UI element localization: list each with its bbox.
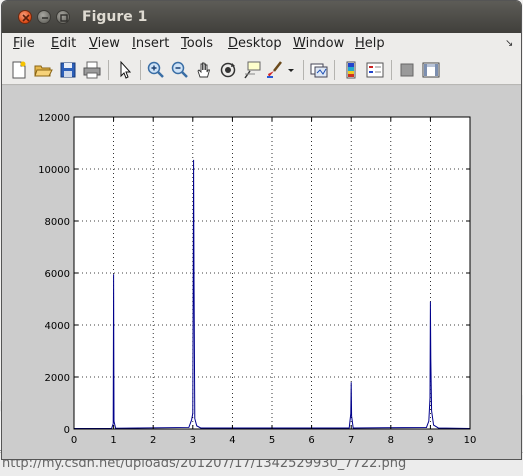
colorbar-icon xyxy=(346,61,356,79)
y-tick-labels: 0 2000 4000 6000 8000 10000 12000 xyxy=(38,113,70,436)
menu-mnemonic: V xyxy=(89,36,98,51)
pan-hand-icon xyxy=(197,62,211,78)
y-tick-label: 10000 xyxy=(38,165,70,176)
menu-label: elp xyxy=(364,36,385,51)
toolbar-separator xyxy=(303,60,304,80)
x-tick-label: 8 xyxy=(388,435,394,446)
window-title: Figure 1 xyxy=(82,9,148,25)
new-figure-button[interactable] xyxy=(9,60,29,80)
plot-axes[interactable]: 0 1 2 3 4 5 6 7 8 9 10 0 2000 4000 6000 8000 10000 12000 xyxy=(2,86,522,460)
zoom-out-icon xyxy=(171,61,188,78)
menu-mnemonic: H xyxy=(355,36,365,51)
maximize-button[interactable] xyxy=(56,10,70,24)
legend-button[interactable] xyxy=(365,60,385,80)
menu-label: ile xyxy=(19,36,35,51)
save-icon xyxy=(60,62,76,78)
minimize-icon xyxy=(42,17,48,19)
pan-button[interactable] xyxy=(194,60,214,80)
close-button[interactable] xyxy=(18,10,32,24)
figure-toolbar xyxy=(2,55,521,85)
menu-window[interactable]: Window xyxy=(293,36,344,51)
x-tick-label: 4 xyxy=(229,435,235,446)
x-tick-label: 3 xyxy=(190,435,196,446)
print-button[interactable] xyxy=(82,60,102,80)
save-button[interactable] xyxy=(58,60,78,80)
data-cursor-button[interactable] xyxy=(242,60,262,80)
menu-label: esktop xyxy=(238,36,282,51)
menu-bar: File Edit View Insert Tools Desktop Wind… xyxy=(2,33,521,55)
menu-mnemonic: E xyxy=(51,36,60,51)
menu-help[interactable]: Help xyxy=(355,36,385,51)
y-tick-label: 2000 xyxy=(45,373,70,384)
brush-dropdown-icon xyxy=(288,69,294,72)
zoom-out-button[interactable] xyxy=(170,60,190,80)
x-tick-label: 6 xyxy=(308,435,314,446)
link-plot-button[interactable] xyxy=(309,60,329,80)
brush-icon xyxy=(267,61,282,78)
y-tick-label: 8000 xyxy=(45,217,70,228)
maximize-icon xyxy=(60,14,68,22)
legend-icon xyxy=(366,62,384,78)
screen: 图 it t http://my.csdn.net/uploads/201207… xyxy=(0,0,523,476)
show-plot-tools-icon xyxy=(422,62,440,78)
hide-plot-tools-button[interactable] xyxy=(397,60,417,80)
edit-plot-arrow-icon xyxy=(120,60,132,79)
menu-mnemonic: D xyxy=(228,36,239,51)
x-tick-label: 9 xyxy=(427,435,433,446)
toolbar-separator xyxy=(140,60,141,80)
figure-window: Figure 1 File Edit View Insert Tools Des… xyxy=(1,0,522,460)
x-tick-label: 7 xyxy=(348,435,354,446)
y-tick-label: 12000 xyxy=(38,113,70,124)
menu-label: dit xyxy=(59,36,77,51)
open-file-button[interactable] xyxy=(33,60,53,80)
x-tick-labels: 0 1 2 3 4 5 6 7 8 9 10 xyxy=(71,435,477,446)
menu-label: ools xyxy=(186,36,214,51)
menu-label: indow xyxy=(305,36,345,51)
y-tick-label: 6000 xyxy=(45,269,70,280)
menu-label: iew xyxy=(97,36,120,51)
x-tick-label: 1 xyxy=(110,435,116,446)
y-tick-label: 4000 xyxy=(45,321,70,332)
title-bar[interactable]: Figure 1 xyxy=(2,1,521,33)
x-tick-label: 0 xyxy=(71,435,77,446)
show-plot-tools-button[interactable] xyxy=(421,60,441,80)
edit-plot-button[interactable] xyxy=(115,60,135,80)
toolbar-separator xyxy=(334,60,335,80)
menu-mnemonic: W xyxy=(293,36,306,51)
rotate-3d-button[interactable] xyxy=(218,60,238,80)
minimize-button[interactable] xyxy=(37,10,51,24)
menu-edit[interactable]: Edit xyxy=(51,36,76,51)
hide-plot-tools-icon xyxy=(400,63,414,77)
toolbar-separator xyxy=(108,60,109,80)
y-tick-label: 0 xyxy=(64,425,70,436)
brush-dropdown-button[interactable] xyxy=(286,60,296,80)
open-file-icon xyxy=(34,65,53,77)
colorbar-button[interactable] xyxy=(341,60,361,80)
menu-insert[interactable]: Insert xyxy=(132,36,169,51)
data-cursor-icon xyxy=(244,61,261,79)
zoom-in-button[interactable] xyxy=(146,60,166,80)
menu-view[interactable]: View xyxy=(89,36,120,51)
menu-desktop[interactable]: Desktop xyxy=(228,36,282,51)
zoom-in-icon xyxy=(147,61,164,78)
toolbar-separator xyxy=(391,60,392,80)
menu-tools[interactable]: Tools xyxy=(181,36,213,51)
new-figure-icon xyxy=(12,61,26,79)
rotate-3d-icon xyxy=(220,62,236,78)
print-icon xyxy=(83,61,101,79)
x-tick-label: 2 xyxy=(150,435,156,446)
link-plot-icon xyxy=(310,63,328,78)
close-icon xyxy=(22,14,30,22)
menu-file[interactable]: File xyxy=(13,36,35,51)
menubar-dock-arrow-icon[interactable]: ↘ xyxy=(505,38,513,49)
brush-button[interactable] xyxy=(265,60,285,80)
x-tick-label: 5 xyxy=(269,435,275,446)
menu-label: nsert xyxy=(135,36,170,51)
x-tick-label: 10 xyxy=(464,435,477,446)
